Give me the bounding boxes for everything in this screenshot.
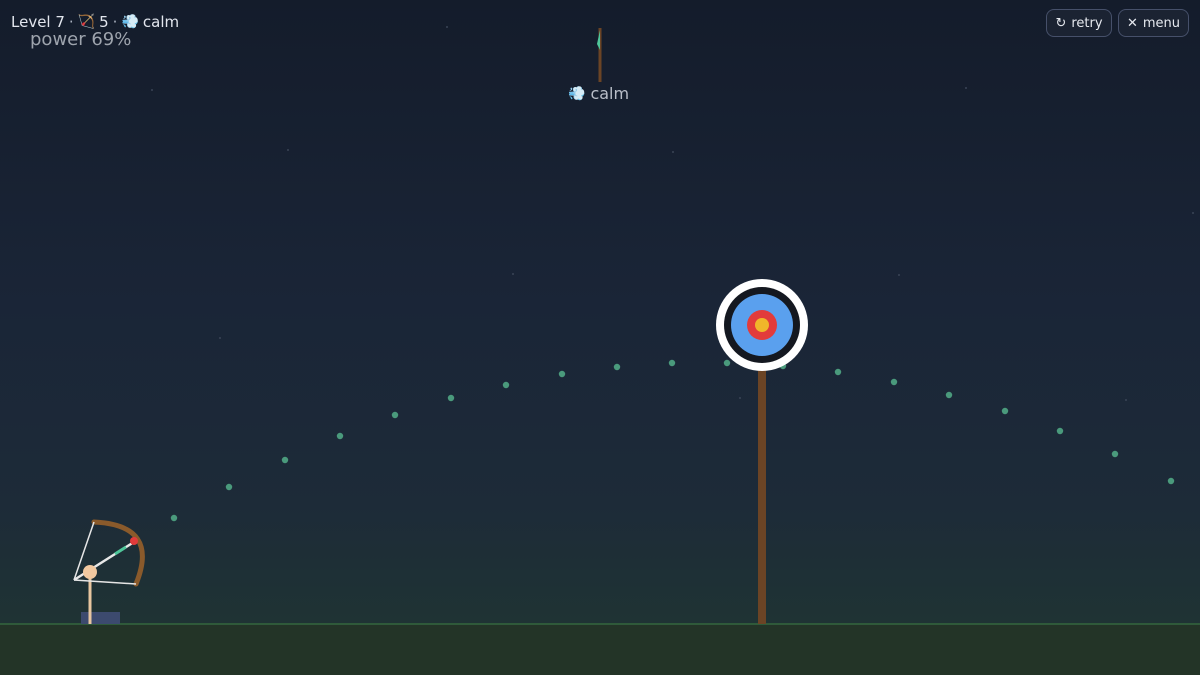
ground: [0, 624, 1200, 675]
wind-vane: [597, 28, 602, 82]
archer-base: [81, 612, 120, 624]
trajectory-dot: [225, 483, 233, 491]
target: [716, 279, 808, 624]
trajectory-dot: [170, 514, 178, 522]
star-field: [151, 26, 1194, 401]
target-bullseye: [755, 318, 769, 332]
wind-indicator: 💨 calm: [568, 84, 629, 103]
trajectory-dot: [945, 391, 953, 399]
power-readout: power 69%: [30, 29, 132, 50]
menu-button[interactable]: ✕ menu: [1118, 9, 1189, 37]
close-icon: ✕: [1126, 15, 1138, 31]
trajectory-dot: [447, 394, 455, 402]
trajectory-dot: [391, 411, 399, 419]
target-post: [758, 352, 766, 624]
trajectory-dot: [723, 359, 731, 367]
wind-status: calm: [142, 13, 180, 31]
trajectory-dot: [1056, 427, 1064, 435]
trajectory-dot: [1001, 407, 1009, 415]
bow-arrow-icon: 🏹: [77, 14, 96, 30]
trajectory-dot: [281, 456, 289, 464]
trajectory-dot: [1167, 477, 1175, 485]
trajectory-dot: [558, 370, 566, 378]
trajectory-preview: [170, 359, 1175, 522]
trajectory-dot: [502, 381, 510, 389]
wind-indicator-label: calm: [590, 84, 630, 103]
trajectory-dot: [668, 359, 676, 367]
trajectory-dot: [834, 368, 842, 376]
trajectory-dot: [336, 432, 344, 440]
retry-label: retry: [1071, 15, 1103, 31]
retry-button[interactable]: ↻ retry: [1046, 9, 1112, 37]
wind-icon: 💨: [568, 85, 586, 102]
retry-icon: ↻: [1055, 15, 1067, 31]
trajectory-dot: [613, 363, 621, 371]
trajectory-dot: [890, 378, 898, 386]
archer-hand: [83, 565, 97, 579]
wind-icon: 💨: [121, 14, 139, 30]
archer: [73, 519, 145, 624]
trajectory-dot: [1111, 450, 1119, 458]
menu-label: menu: [1142, 15, 1181, 31]
